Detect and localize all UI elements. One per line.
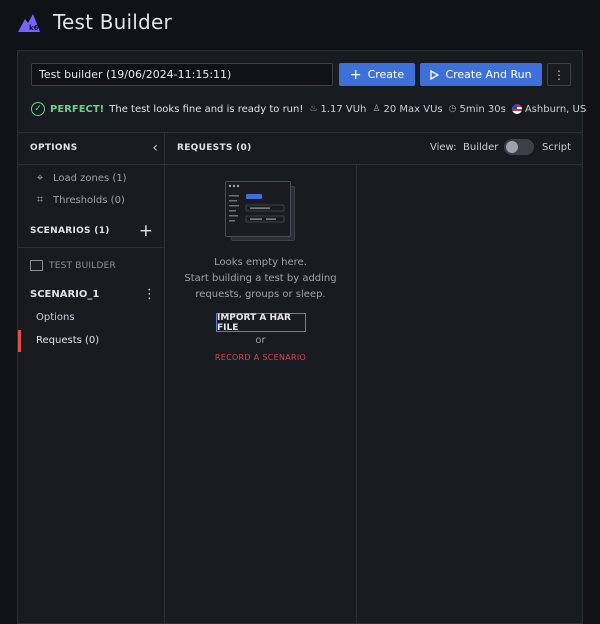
scenario-requests-link[interactable]: Requests (0) (18, 330, 164, 352)
location-metric: Ashburn, US (511, 103, 587, 115)
empty-line-3: requests, groups or sleep. (195, 289, 326, 300)
k6-logo-icon: k6 (18, 14, 40, 32)
sidebar-item-load-zones[interactable]: ⌖ Load zones (1) (33, 171, 127, 184)
user-icon: ♙ (372, 104, 381, 114)
flame-icon: ♨ (309, 104, 318, 114)
scenario-name[interactable]: SCENARIO_1 (30, 289, 99, 300)
max-vus-value: 20 Max VUs (383, 103, 443, 115)
view-mode-toggle[interactable] (504, 139, 534, 155)
view-label: View: (430, 142, 457, 153)
add-scenario-icon[interactable]: + (139, 221, 153, 241)
divider (164, 132, 165, 624)
page-title: Test Builder (53, 10, 172, 34)
record-scenario-link[interactable]: RECORD A SCENARIO (165, 353, 356, 362)
chevron-left-icon[interactable]: ‹ (152, 140, 158, 156)
create-and-run-button[interactable]: Create And Run (420, 63, 542, 86)
scenario-requests-label: Requests (0) (36, 335, 100, 346)
location-pin-icon: ⌖ (36, 171, 44, 184)
check-circle-icon: ✓ (31, 102, 45, 116)
builder-mode-label: Builder (463, 142, 499, 153)
scenario-menu-icon[interactable]: ⋮ (143, 287, 156, 302)
empty-line-1: Looks empty here. (214, 257, 307, 268)
vuh-metric: ♨ 1.17 VUh (309, 104, 366, 115)
create-and-run-label: Create And Run (445, 68, 532, 81)
sidebar-item-label: Thresholds (0) (53, 194, 125, 206)
vuh-value: 1.17 VUh (320, 103, 367, 115)
location-value: Ashburn, US (524, 103, 587, 115)
toggle-knob (506, 141, 518, 153)
clock-icon: ◷ (448, 104, 457, 114)
empty-line-2: Start building a test by adding (184, 273, 337, 284)
requests-title: REQUESTS (0) (177, 143, 252, 153)
create-button[interactable]: + Create (339, 63, 415, 86)
scenarios-header: SCENARIOS (1) + (18, 216, 164, 248)
app-header: k6 Test Builder (0, 0, 600, 46)
or-separator: or (255, 335, 266, 346)
window-icon (30, 260, 43, 271)
scenario-options-link[interactable]: Options (36, 312, 75, 323)
chart-icon: ⌗ (36, 193, 44, 206)
empty-state-message: Looks empty here. Start building a test … (165, 255, 356, 303)
validation-status: ✓ PERFECT! The test looks fine and is re… (31, 101, 592, 117)
svg-text:k6: k6 (29, 24, 39, 32)
import-har-button[interactable]: IMPORT A HAR FILE (216, 313, 306, 333)
sidebar-item-label: Load zones (1) (53, 172, 127, 184)
requests-header: REQUESTS (0) View: Builder Script (165, 132, 582, 165)
active-indicator (18, 330, 21, 352)
status-badge: PERFECT! (50, 103, 105, 115)
window-illustration-icon (228, 184, 285, 223)
play-icon (430, 69, 440, 80)
divider (356, 165, 357, 624)
sidebar-item-thresholds[interactable]: ⌗ Thresholds (0) (33, 193, 125, 206)
create-button-label: Create (367, 68, 405, 81)
us-flag-icon (511, 104, 522, 114)
duration-metric: ◷ 5min 30s (449, 104, 506, 115)
duration-value: 5min 30s (459, 103, 506, 115)
options-title: OPTIONS (30, 143, 78, 153)
status-message: The test looks fine and is ready to run! (109, 103, 304, 115)
options-header: OPTIONS ‹ (18, 132, 164, 165)
sidebar-item-test-builder[interactable]: TEST BUILDER (30, 260, 116, 271)
empty-state-illustration (225, 181, 295, 241)
max-vus-metric: ♙ 20 Max VUs (372, 104, 442, 115)
script-mode-label: Script (542, 142, 572, 153)
kebab-menu-icon: ⋮ (553, 67, 565, 82)
scenarios-title: SCENARIOS (1) (30, 226, 110, 236)
builder-panel: + Create Create And Run ⋮ ✓ PERFECT! The… (17, 50, 586, 624)
plus-icon: + (349, 66, 362, 83)
more-options-button[interactable]: ⋮ (547, 63, 571, 86)
test-builder-label: TEST BUILDER (49, 260, 116, 271)
test-name-input[interactable] (31, 63, 333, 86)
